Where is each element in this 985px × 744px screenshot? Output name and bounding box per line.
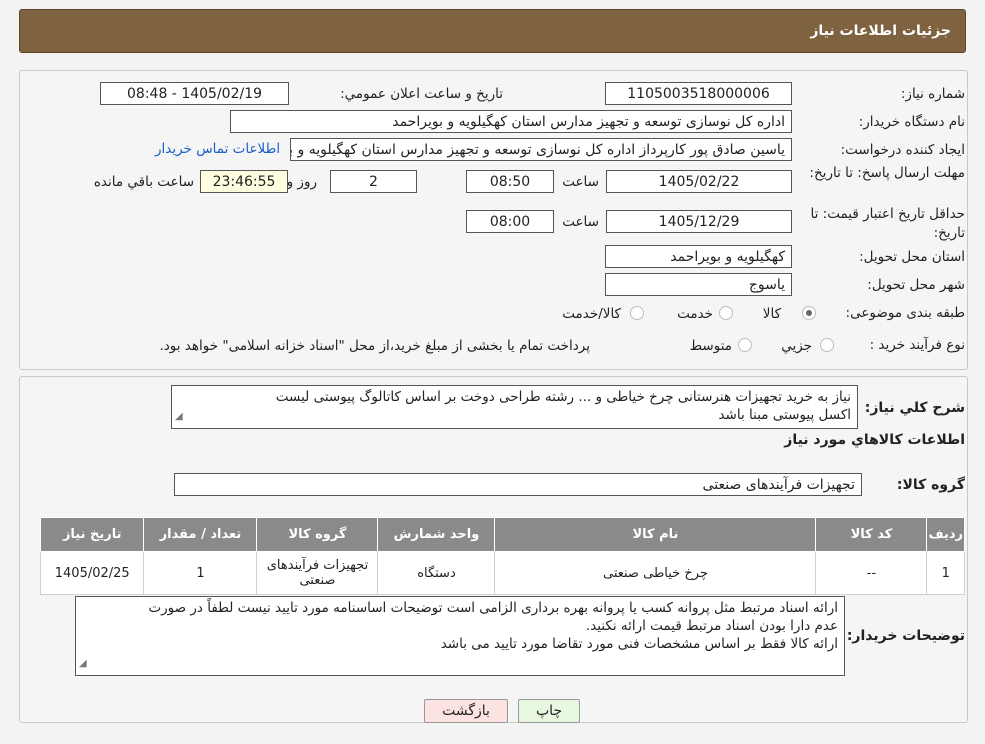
announce-datetime-field: 1405/02/19 - 08:48	[100, 82, 289, 105]
description-label: شرح کلي نياز:	[864, 400, 965, 416]
page-title: جزئیات اطلاعات نیاز	[810, 23, 951, 39]
col-item-name: نام کالا	[494, 517, 817, 552]
buyer-notes-line-1: ارائه اسناد مرتبط مثل پروانه کسب یا پروا…	[148, 600, 838, 616]
city-label: شهر محل تحويل:	[867, 277, 965, 293]
goods-group-field: تجهیزات فرآیندهای صنعتی	[174, 473, 862, 496]
price-validity-label: حداقل تاريخ اعتبار قيمت: تا تاریخ:	[810, 206, 965, 241]
col-unit: واحد شمارش	[377, 517, 496, 552]
cell-item-code: --	[815, 551, 928, 595]
items-table-header: رديف کد کالا نام کالا واحد شمارش گروه کا…	[39, 517, 965, 552]
cell-need-date: 1405/02/25	[39, 551, 145, 595]
remaining-time-field: 23:46:55	[200, 170, 288, 193]
col-row-number: رديف	[926, 517, 965, 552]
cell-unit: دستگاه	[377, 551, 496, 595]
buyer-org-label: نام دستگاه خريدار:	[858, 114, 965, 130]
cell-row-number: 1	[926, 551, 965, 595]
category-goods-label: کالا	[762, 306, 781, 322]
col-quantity: تعداد / مقدار	[143, 517, 258, 552]
requester-label: ايجاد کننده درخواست:	[840, 142, 965, 158]
reply-date-field: 1405/02/22	[606, 170, 792, 193]
resize-grip-icon[interactable]: ◢	[175, 408, 183, 426]
goods-info-heading: اطلاعات کالاهاي مورد نياز	[784, 432, 965, 448]
days-field: 2	[330, 170, 417, 193]
province-field: کهگیلویه و بویراحمد	[605, 245, 792, 268]
cell-quantity: 1	[143, 551, 258, 595]
cell-item-group: تجهیزات فرآیندهای صنعتی	[256, 551, 379, 595]
validity-date-field: 1405/12/29	[606, 210, 792, 233]
remaining-label: ساعت باقي مانده	[93, 174, 194, 190]
reply-time-label: ساعت	[562, 174, 599, 190]
category-goods-service-label: کالا/خدمت	[562, 306, 621, 322]
process-note: پرداخت تمام يا بخشی از مبلغ خريد،از محل …	[159, 338, 590, 354]
process-medium-radio[interactable]	[738, 338, 752, 352]
back-button[interactable]: بازگشت	[424, 699, 508, 723]
process-minor-radio[interactable]	[820, 338, 834, 352]
description-line-2: اکسل پیوستی مبنا باشد	[718, 407, 851, 423]
process-minor-label: جزيي	[781, 338, 812, 354]
requester-field: یاسین صادق پور کارپرداز اداره کل نوسازی …	[290, 138, 792, 161]
category-label: طبقه بندی موضوعی:	[845, 305, 965, 321]
category-service-label: خدمت	[677, 306, 713, 322]
description-textarea[interactable]: نیاز به خرید تجهیزات هنرستانی چرخ خیاطی …	[171, 385, 858, 429]
print-button[interactable]: چاپ	[518, 699, 580, 723]
process-medium-label: متوسط	[689, 338, 732, 354]
announce-datetime-label: تاریخ و ساعت اعلان عمومي:	[340, 86, 503, 102]
page-header: جزئیات اطلاعات نیاز	[19, 9, 966, 53]
category-service-radio[interactable]	[719, 306, 733, 320]
table-row: 1 -- چرخ خیاطی صنعتی دستگاه تجهیزات فرآی…	[39, 551, 965, 595]
description-line-1: نیاز به خرید تجهیزات هنرستانی چرخ خیاطی …	[275, 389, 851, 405]
col-need-date: تاريخ نياز	[39, 517, 145, 552]
validity-time-label: ساعت	[562, 214, 599, 230]
goods-group-label: گروه کالا:	[896, 477, 965, 493]
validity-time-field: 08:00	[466, 210, 554, 233]
buyer-contact-link[interactable]: اطلاعات تماس خريدار	[155, 141, 280, 157]
day-and-label: روز و	[286, 174, 317, 190]
col-item-code: کد کالا	[815, 517, 928, 552]
buyer-notes-line-3: ارائه کالا فقط بر اساس مشخصات فنی مورد ت…	[440, 636, 838, 652]
need-number-label: شماره نیاز:	[900, 86, 965, 102]
province-label: استان محل تحويل:	[859, 249, 965, 265]
col-item-group: گروه کالا	[256, 517, 379, 552]
items-table: رديف کد کالا نام کالا واحد شمارش گروه کا…	[39, 517, 965, 595]
need-number-field: 1105003518000006	[605, 82, 792, 105]
buyer-notes-line-2: عدم دارا بودن اسناد مرتبط قیمت ارائه نکن…	[585, 618, 838, 634]
category-goods-radio[interactable]	[802, 306, 816, 320]
category-goods-service-radio[interactable]	[630, 306, 644, 320]
buyer-notes-textarea[interactable]: ارائه اسناد مرتبط مثل پروانه کسب یا پروا…	[75, 596, 845, 676]
resize-grip-icon[interactable]: ◢	[79, 655, 87, 673]
buyer-notes-label: توضيحات خريدار:	[846, 628, 965, 644]
process-type-label: نوع فرآيند خريد :	[869, 337, 965, 353]
city-field: یاسوج	[605, 273, 792, 296]
buyer-org-field: اداره کل نوسازی توسعه و تجهيز مدارس استا…	[230, 110, 792, 133]
reply-deadline-label: مهلت ارسال پاسخ: تا تاریخ:	[809, 165, 965, 181]
reply-time-field: 08:50	[466, 170, 554, 193]
cell-item-name: چرخ خیاطی صنعتی	[494, 551, 817, 595]
